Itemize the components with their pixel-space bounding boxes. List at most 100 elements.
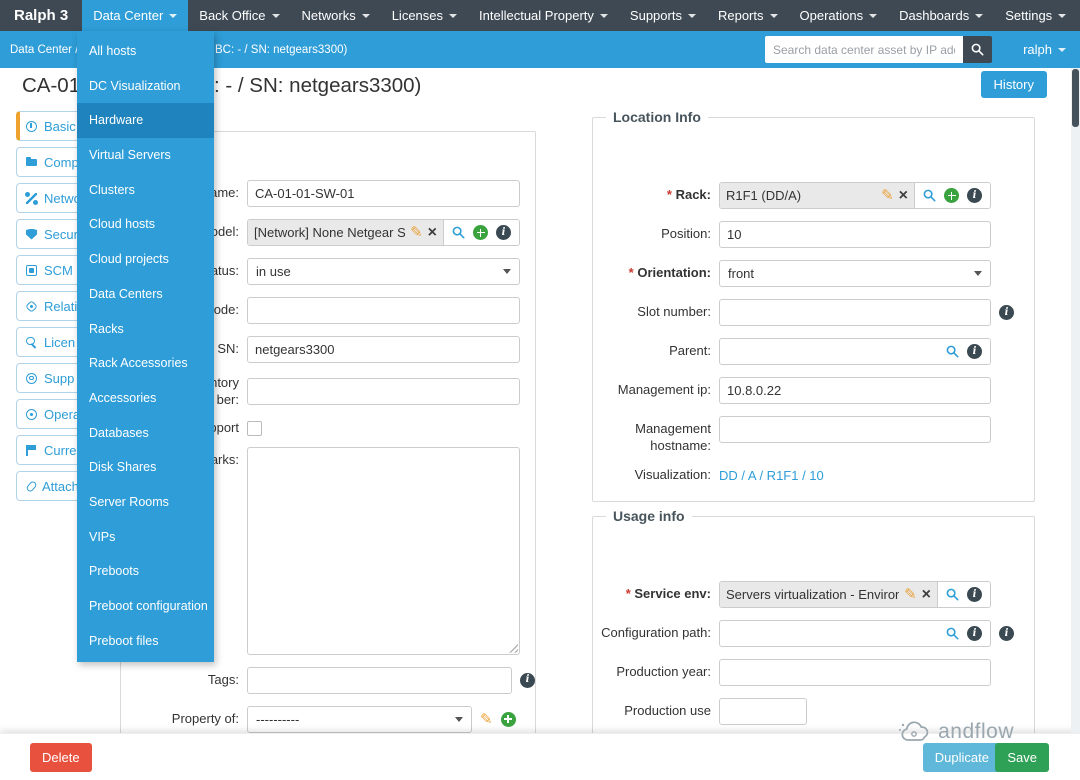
parent-value[interactable]: [720, 339, 938, 364]
nav-intellectual-property[interactable]: Intellectual Property: [468, 0, 619, 31]
info-icon[interactable]: [967, 626, 982, 641]
nav-back-office[interactable]: Back Office: [188, 0, 290, 31]
menu-item-vips[interactable]: VIPs: [77, 520, 214, 555]
nav-licenses[interactable]: Licenses: [381, 0, 468, 31]
app-brand[interactable]: Ralph 3: [0, 0, 82, 31]
management-ip-label: Management ip:: [593, 382, 719, 399]
clear-icon[interactable]: [899, 188, 908, 204]
menu-item-hardware[interactable]: Hardware: [77, 103, 214, 138]
tags-input[interactable]: [247, 667, 512, 694]
menu-item-preboot-configuration[interactable]: Preboot configuration: [77, 589, 214, 624]
nav-supports[interactable]: Supports: [619, 0, 707, 31]
property-of-select[interactable]: ----------: [247, 706, 472, 733]
configuration-path-field: [719, 620, 991, 647]
clear-icon[interactable]: [428, 225, 437, 241]
info-icon: [26, 121, 37, 132]
add-icon[interactable]: [944, 188, 959, 203]
remarks-textarea[interactable]: [247, 447, 520, 655]
hostname-input[interactable]: [247, 180, 520, 207]
edit-icon[interactable]: [881, 188, 894, 203]
management-hostname-input[interactable]: [719, 416, 991, 443]
edit-icon[interactable]: [904, 587, 917, 602]
search-icon[interactable]: [452, 226, 465, 239]
required-support-checkbox[interactable]: [247, 421, 262, 436]
menu-item-clusters[interactable]: Clusters: [77, 173, 214, 208]
search-icon[interactable]: [946, 345, 959, 358]
duplicate-button[interactable]: Duplicate: [923, 743, 1001, 772]
menu-item-cloud-hosts[interactable]: Cloud hosts: [77, 207, 214, 242]
menu-item-rack-accessories[interactable]: Rack Accessories: [77, 346, 214, 381]
chevron-down-icon: [975, 14, 983, 18]
save-button[interactable]: Save: [995, 743, 1049, 772]
nav-networks[interactable]: Networks: [291, 0, 381, 31]
nav-reports[interactable]: Reports: [707, 0, 789, 31]
production-year-label: Production year:: [593, 664, 719, 681]
nav-label: Operations: [800, 8, 864, 23]
menu-item-virtual-servers[interactable]: Virtual Servers: [77, 138, 214, 173]
configuration-path-value[interactable]: [720, 621, 938, 646]
menu-item-accessories[interactable]: Accessories: [77, 381, 214, 416]
tags-label: Tags:: [121, 672, 247, 689]
edit-icon[interactable]: [410, 225, 423, 240]
menu-item-preboots[interactable]: Preboots: [77, 554, 214, 589]
menu-item-cloud-projects[interactable]: Cloud projects: [77, 242, 214, 277]
menu-item-all-hosts[interactable]: All hosts: [77, 34, 214, 69]
orientation-select[interactable]: front: [719, 260, 991, 287]
management-ip-input[interactable]: [719, 377, 991, 404]
info-icon[interactable]: [999, 305, 1014, 320]
info-icon[interactable]: [967, 188, 982, 203]
data-center-dropdown: All hosts DC Visualization Hardware Virt…: [77, 31, 214, 662]
configuration-path-extra: [999, 626, 1014, 641]
menu-item-data-centers[interactable]: Data Centers: [77, 277, 214, 312]
menu-item-databases[interactable]: Databases: [77, 416, 214, 451]
production-year-input[interactable]: [719, 659, 991, 686]
inventory-number-input[interactable]: [247, 378, 520, 405]
breadcrumb[interactable]: Data Center /: [10, 31, 78, 68]
sidebar-item-label: Licen: [44, 335, 75, 350]
nav-operations[interactable]: Operations: [789, 0, 889, 31]
clear-icon[interactable]: [922, 587, 931, 603]
history-button[interactable]: History: [981, 71, 1047, 98]
add-icon[interactable]: [501, 712, 516, 727]
edit-icon[interactable]: [480, 712, 493, 727]
scrollbar-thumb[interactable]: [1072, 69, 1079, 127]
key-icon: [26, 337, 37, 348]
info-icon[interactable]: [967, 587, 982, 602]
menu-item-racks[interactable]: Racks: [77, 312, 214, 347]
status-select[interactable]: in use: [247, 258, 520, 285]
info-icon[interactable]: [967, 344, 982, 359]
search-button[interactable]: [963, 36, 992, 63]
delete-button[interactable]: Delete: [30, 743, 92, 772]
top-navbar: Ralph 3 Data Center Back Office Networks…: [0, 0, 1080, 31]
nav-settings[interactable]: Settings: [994, 0, 1077, 31]
position-input[interactable]: [719, 221, 991, 248]
add-icon[interactable]: [473, 225, 488, 240]
scrollbar[interactable]: [1071, 68, 1080, 733]
nav-dashboards[interactable]: Dashboards: [888, 0, 994, 31]
info-icon[interactable]: [520, 673, 535, 688]
production-use-input[interactable]: [719, 698, 807, 725]
nav-data-center[interactable]: Data Center: [82, 0, 188, 31]
model-value: [Network] None Netgear S3...: [248, 220, 444, 245]
gear-icon: [26, 409, 37, 420]
visualization-link[interactable]: DD / A / R1F1 / 10: [719, 468, 824, 483]
search-input[interactable]: [765, 36, 963, 63]
sn-input[interactable]: [247, 336, 520, 363]
info-icon[interactable]: [496, 225, 511, 240]
menu-item-server-rooms[interactable]: Server Rooms: [77, 485, 214, 520]
menu-item-dc-visualization[interactable]: DC Visualization: [77, 69, 214, 104]
slot-number-input[interactable]: [719, 299, 991, 326]
rack-actions: [915, 183, 990, 208]
menu-item-preboot-files[interactable]: Preboot files: [77, 624, 214, 659]
barcode-input[interactable]: [247, 297, 520, 324]
form-row: Production year:: [593, 659, 1034, 686]
info-icon[interactable]: [999, 626, 1014, 641]
watermark: andflow: [897, 720, 1014, 744]
search-icon[interactable]: [946, 627, 959, 640]
slot-number-actions: [999, 305, 1014, 320]
search-icon[interactable]: [923, 189, 936, 202]
user-menu[interactable]: ralph: [1023, 31, 1066, 68]
resize-handle-icon[interactable]: [507, 642, 518, 653]
menu-item-disk-shares[interactable]: Disk Shares: [77, 450, 214, 485]
search-icon[interactable]: [946, 588, 959, 601]
